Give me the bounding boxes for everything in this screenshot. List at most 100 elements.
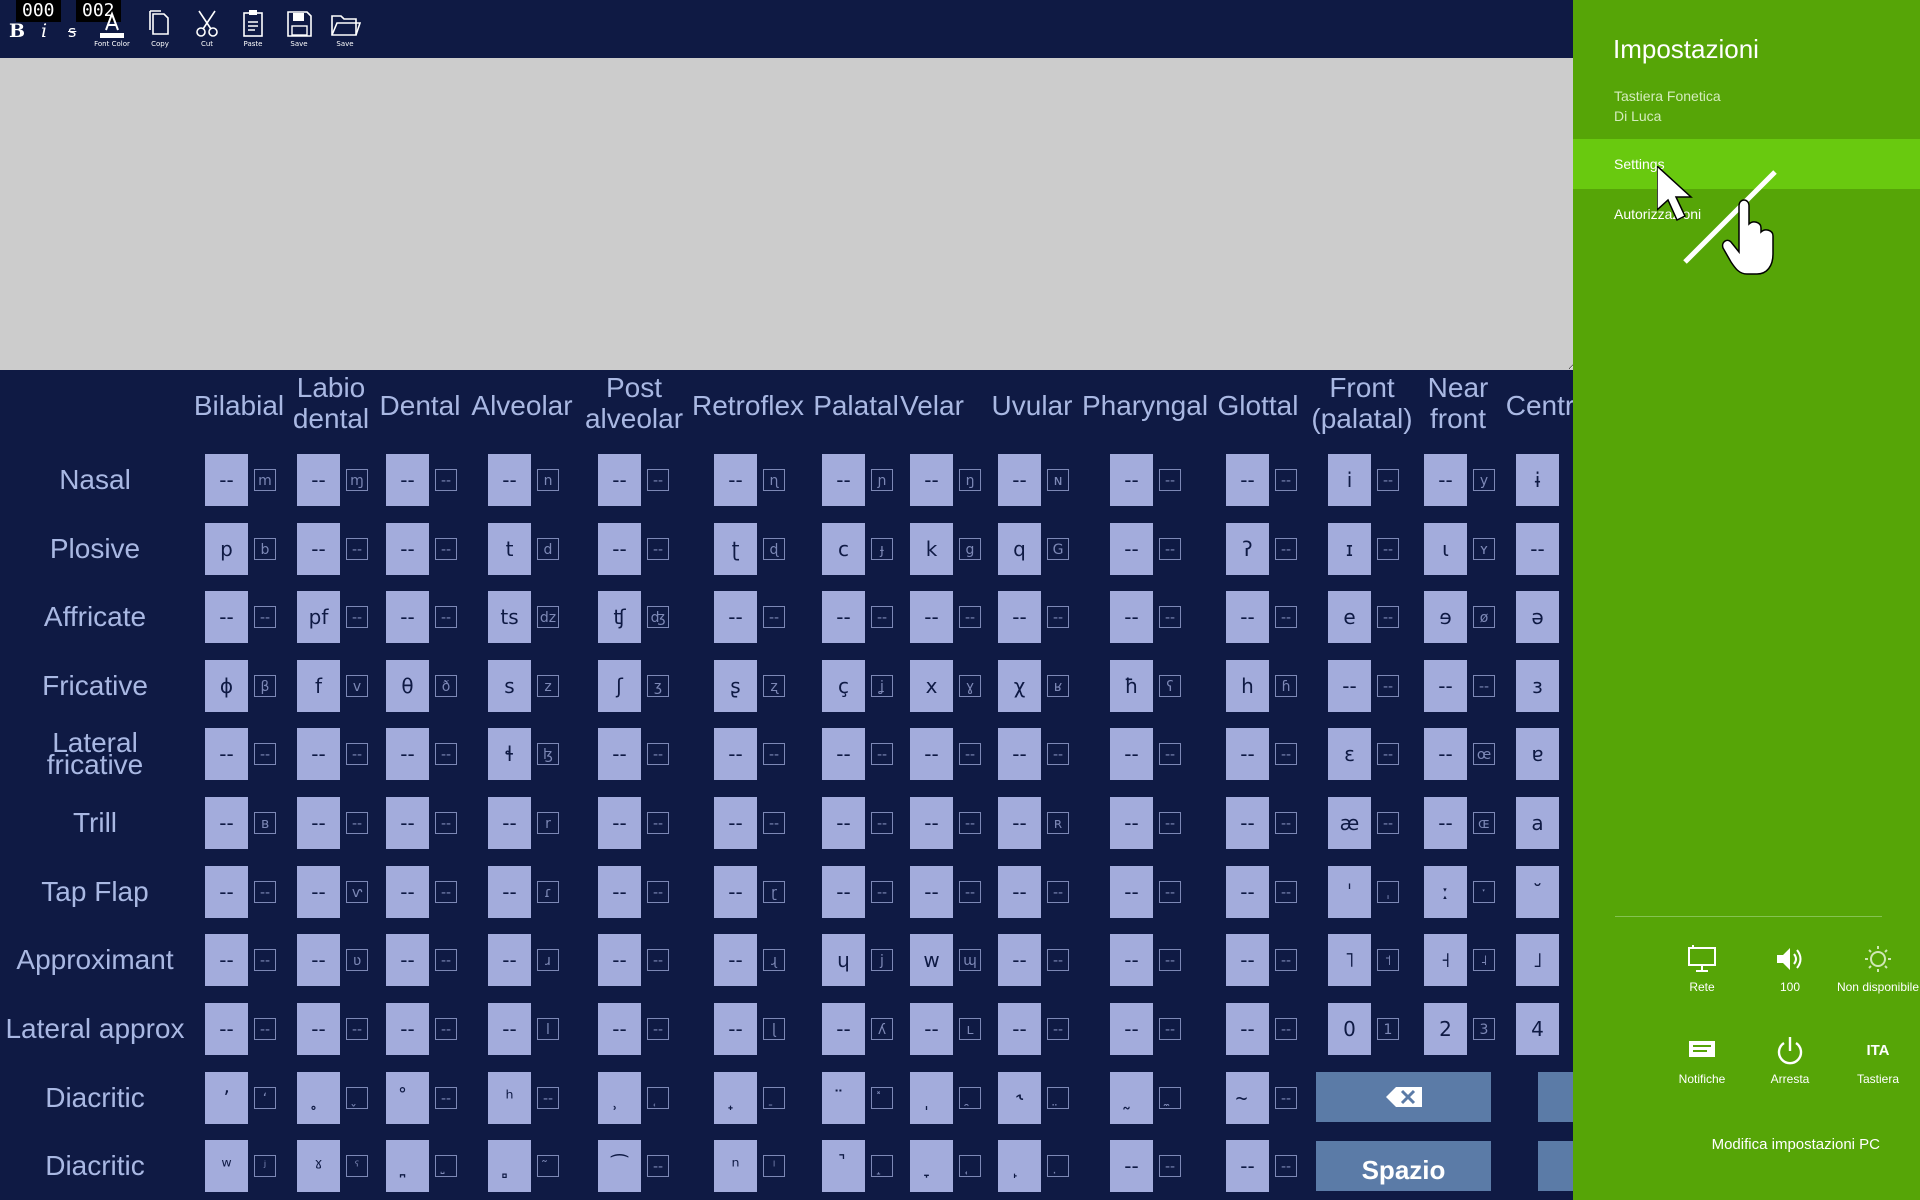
ipa-key[interactable]: -- xyxy=(205,934,248,986)
ipa-key-secondary[interactable]: β xyxy=(254,675,276,697)
ipa-key[interactable]: -- xyxy=(598,866,641,918)
ipa-key[interactable]: ç xyxy=(822,660,865,712)
ipa-key[interactable]: æ xyxy=(1328,797,1371,849)
ipa-key[interactable]: -- xyxy=(910,1003,953,1055)
italic-button[interactable]: i xyxy=(41,20,47,42)
ipa-key-secondary[interactable]: ɳ xyxy=(763,469,785,491)
ipa-key-secondary[interactable]: ʙ xyxy=(254,812,276,834)
ipa-key[interactable]: ɜ xyxy=(1516,660,1559,712)
ipa-key[interactable]: -- xyxy=(1226,1003,1269,1055)
ipa-key[interactable]: -- xyxy=(1110,866,1153,918)
ipa-key[interactable]: -- xyxy=(822,591,865,643)
ipa-key-secondary[interactable]: ˌ xyxy=(1377,881,1399,903)
ipa-key-secondary[interactable]: -- xyxy=(959,606,981,628)
paste-button[interactable]: Paste xyxy=(233,8,273,49)
ipa-key[interactable]: -- xyxy=(1110,1003,1153,1055)
ipa-key-secondary[interactable]: -- xyxy=(763,743,785,765)
ipa-key-secondary[interactable]: -- xyxy=(346,606,368,628)
ipa-key[interactable]: ̩ xyxy=(910,1072,953,1124)
ipa-key[interactable]: e xyxy=(1328,591,1371,643)
ipa-key-secondary[interactable]: -- xyxy=(871,881,893,903)
ipa-key[interactable]: -- xyxy=(297,934,340,986)
ipa-key-secondary[interactable]: ˦ xyxy=(1377,949,1399,971)
ipa-key-secondary[interactable]: l xyxy=(537,1018,559,1040)
ipa-key[interactable]: ˞ xyxy=(998,1072,1041,1124)
ipa-key[interactable]: -- xyxy=(998,454,1041,506)
ipa-key[interactable]: s xyxy=(488,660,531,712)
ipa-key[interactable]: ˈ xyxy=(1328,866,1371,918)
ipa-key-secondary[interactable]: -- xyxy=(1275,812,1297,834)
ipa-key[interactable]: ̚ xyxy=(822,1140,865,1192)
ipa-key-secondary[interactable]: -- xyxy=(1473,675,1495,697)
ipa-key-secondary[interactable]: ̤ xyxy=(1047,1087,1069,1109)
ipa-key[interactable]: ʈ xyxy=(714,523,757,575)
ipa-key[interactable]: ː xyxy=(1424,866,1467,918)
ipa-key[interactable]: ˠ xyxy=(297,1140,340,1192)
font-color-button[interactable]: Font Color xyxy=(92,8,132,49)
ipa-key[interactable]: -- xyxy=(598,728,641,780)
ipa-key[interactable]: ˥ xyxy=(1328,934,1371,986)
ipa-key[interactable]: -- xyxy=(1424,728,1467,780)
ipa-key[interactable]: -- xyxy=(998,797,1041,849)
ipa-key-secondary[interactable]: ɲ xyxy=(871,469,893,491)
ipa-key[interactable]: ̈ xyxy=(822,1072,865,1124)
ipa-key-secondary[interactable]: -- xyxy=(1275,1087,1297,1109)
ipa-key-secondary[interactable]: v xyxy=(346,675,368,697)
ipa-key[interactable]: -- xyxy=(386,591,429,643)
ipa-key-secondary[interactable]: -- xyxy=(1377,743,1399,765)
ipa-key[interactable]: -- xyxy=(488,934,531,986)
ipa-key[interactable]: -- xyxy=(386,934,429,986)
ipa-key[interactable]: -- xyxy=(598,934,641,986)
ipa-key[interactable]: 2 xyxy=(1424,1003,1467,1055)
ipa-key-secondary[interactable]: -- xyxy=(1377,606,1399,628)
ipa-key-secondary[interactable]: -- xyxy=(647,812,669,834)
ipa-key-secondary[interactable]: 1 xyxy=(1377,1018,1399,1040)
ipa-key[interactable]: ʰ xyxy=(488,1072,531,1124)
ipa-key-secondary[interactable]: n xyxy=(537,469,559,491)
ipa-key-secondary[interactable]: ʻ xyxy=(254,1087,276,1109)
ipa-key[interactable]: -- xyxy=(910,454,953,506)
ipa-key-secondary[interactable]: ɖ xyxy=(763,538,785,560)
ipa-key-secondary[interactable]: ˨ xyxy=(1473,949,1495,971)
ipa-key-secondary[interactable]: ʏ xyxy=(1473,538,1495,560)
ipa-key[interactable]: -- xyxy=(822,454,865,506)
ipa-key-secondary[interactable]: r xyxy=(537,812,559,834)
ipa-key-secondary[interactable]: -- xyxy=(346,1018,368,1040)
ipa-key[interactable]: f xyxy=(297,660,340,712)
ipa-key-secondary[interactable]: -- xyxy=(435,1018,457,1040)
ipa-key[interactable]: ̴ xyxy=(1226,1072,1269,1124)
ipa-key[interactable]: -- xyxy=(297,1003,340,1055)
ipa-key-secondary[interactable]: dz xyxy=(537,606,559,628)
ipa-key[interactable]: -- xyxy=(1110,1140,1153,1192)
ipa-key[interactable]: i xyxy=(1328,454,1371,506)
ipa-key[interactable]: -- xyxy=(822,797,865,849)
ipa-key-secondary[interactable]: ̣ xyxy=(1047,1155,1069,1177)
ipa-key-secondary[interactable]: -- xyxy=(871,606,893,628)
ipa-key-secondary[interactable]: -- xyxy=(871,743,893,765)
ipa-key-secondary[interactable]: ̃ xyxy=(537,1155,559,1177)
ipa-key-secondary[interactable]: ɰ xyxy=(959,949,981,971)
ipa-key-secondary[interactable]: ø xyxy=(1473,606,1495,628)
ipa-key[interactable]: -- xyxy=(297,728,340,780)
ipa-key[interactable]: -- xyxy=(488,866,531,918)
ipa-key[interactable]: -- xyxy=(998,1003,1041,1055)
ipa-key-secondary[interactable]: ʎ xyxy=(871,1018,893,1040)
ipa-key-secondary[interactable]: -- xyxy=(1275,1155,1297,1177)
ipa-key-secondary[interactable]: -- xyxy=(1159,538,1181,560)
ipa-key-secondary[interactable]: ɴ xyxy=(1047,469,1069,491)
ipa-key[interactable]: ̪ xyxy=(386,1140,429,1192)
ipa-key-secondary[interactable]: ɣ xyxy=(959,675,981,697)
ipa-key[interactable]: -- xyxy=(205,454,248,506)
ipa-key-secondary[interactable]: -- xyxy=(1377,675,1399,697)
ipa-key-secondary[interactable]: -- xyxy=(959,743,981,765)
ipa-key[interactable]: -- xyxy=(488,797,531,849)
ipa-key[interactable]: ̊ xyxy=(386,1072,429,1124)
ipa-key-secondary[interactable]: ʒ xyxy=(647,675,669,697)
ipa-key[interactable]: -- xyxy=(598,454,641,506)
ipa-key[interactable]: -- xyxy=(822,866,865,918)
ipa-key-secondary[interactable]: -- xyxy=(1377,538,1399,560)
ipa-key[interactable]: -- xyxy=(205,591,248,643)
ipa-key-secondary[interactable]: -- xyxy=(1159,1155,1181,1177)
ipa-key[interactable]: -- xyxy=(1226,1140,1269,1192)
brightness-quick-setting[interactable]: Non disponibile xyxy=(1833,944,1920,995)
